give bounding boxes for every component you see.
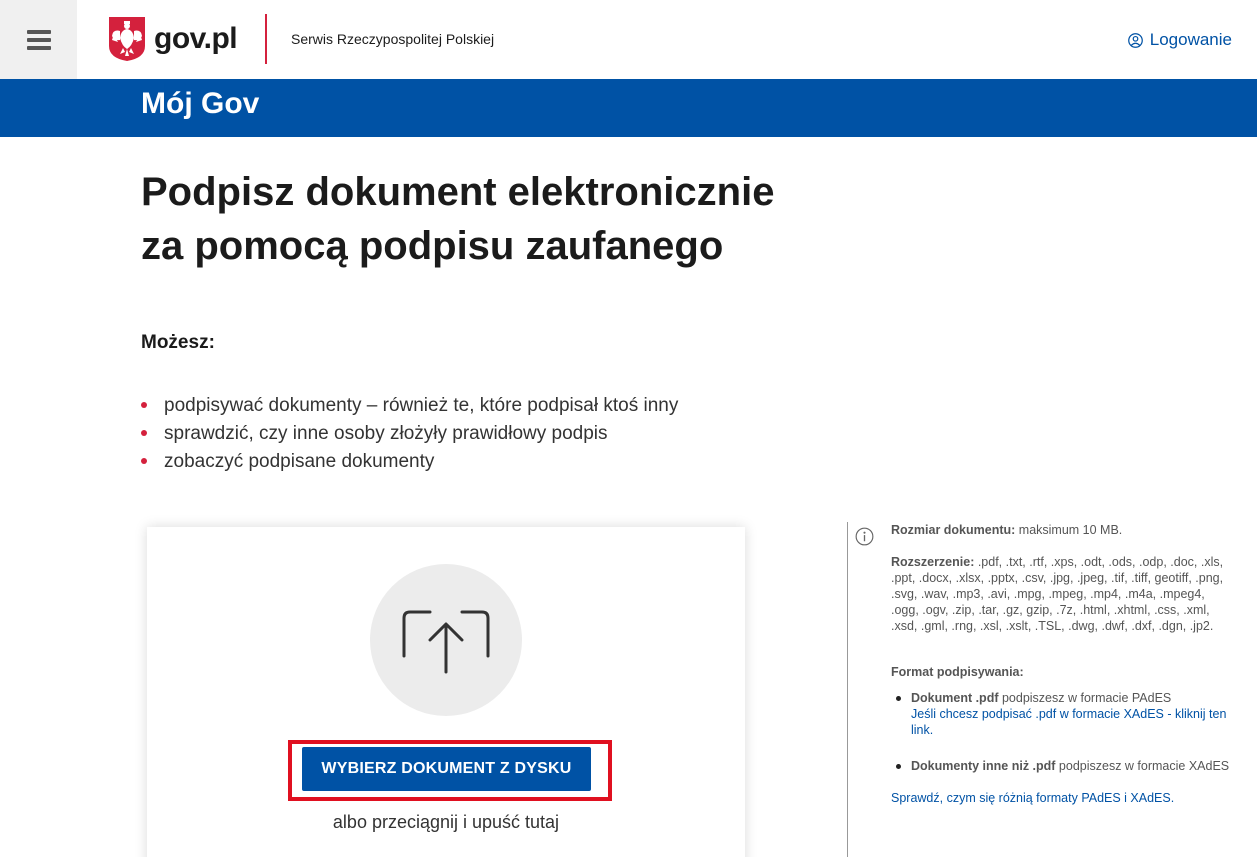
polish-eagle-emblem-icon <box>109 17 145 61</box>
login-label: Logowanie <box>1149 30 1232 49</box>
page-title-line-2: za pomocą podpisu zaufanego <box>141 224 724 268</box>
list-item: Dokumenty inne niż .pdf podpiszesz w for… <box>891 758 1236 774</box>
service-band: Mój Gov <box>0 79 1257 137</box>
page-title: Podpisz dokument elektronicznie za pomoc… <box>141 165 901 273</box>
logo-divider <box>265 14 267 64</box>
info-icon <box>855 527 874 546</box>
compare-formats-paragraph: Sprawdź, czym się różnią formaty PAdES i… <box>891 790 1236 806</box>
logo-text: gov.pl <box>154 22 238 55</box>
list-item: podpisywać dokumenty – również te, które… <box>141 392 678 420</box>
site-subtitle: Serwis Rzeczypospolitej Polskiej <box>291 31 495 47</box>
xades-pdf-link[interactable]: Jeśli chcesz podpisać .pdf w formacie XA… <box>911 707 1226 737</box>
info-divider <box>847 522 848 857</box>
list-item: sprawdzić, czy inne osoby złożyły prawid… <box>141 420 678 448</box>
service-title[interactable]: Mój Gov <box>141 87 259 121</box>
drag-drop-hint: albo przeciągnij i upuść tutaj <box>332 812 560 832</box>
pdf-format-text: podpiszesz w formacie PAdES <box>998 691 1172 705</box>
size-label: Rozmiar dokumentu: <box>891 523 1016 537</box>
list-item: zobaczyć podpisane dokumenty <box>141 448 678 476</box>
choose-file-button[interactable]: WYBIERZ DOKUMENT Z DYSKU <box>302 747 591 791</box>
user-icon <box>1127 32 1143 48</box>
list-item: Dokument .pdf podpiszesz w formacie PAdE… <box>891 690 1236 738</box>
gov-logo[interactable]: gov.pl <box>108 15 238 63</box>
hamburger-icon <box>26 29 51 50</box>
capabilities-list: podpisywać dokumenty – również te, które… <box>141 392 678 476</box>
page-title-line-1: Podpisz dokument elektronicznie <box>141 170 775 214</box>
other-format-label: Dokumenty inne niż .pdf <box>911 759 1056 773</box>
extensions-info: Rozszerzenie: .pdf, .txt, .rtf, .xps, .o… <box>891 554 1236 634</box>
site-header: gov.pl Serwis Rzeczypospolitej Polskiej … <box>0 0 1257 79</box>
size-value: maksimum 10 MB. <box>1015 523 1123 537</box>
format-list: Dokument .pdf podpiszesz w formacie PAdE… <box>891 690 1236 774</box>
login-link[interactable]: Logowanie <box>1127 30 1232 50</box>
upload-info-panel: Rozmiar dokumentu: maksimum 10 MB. Rozsz… <box>891 522 1236 806</box>
pdf-format-label: Dokument .pdf <box>911 691 999 705</box>
format-heading: Format podpisywania: <box>891 665 1024 679</box>
upload-icon <box>402 610 490 674</box>
menu-button[interactable] <box>0 0 77 79</box>
upload-illustration <box>370 564 522 716</box>
capabilities-heading: Możesz: <box>141 332 215 353</box>
upload-dropzone[interactable]: WYBIERZ DOKUMENT Z DYSKU albo przeciągni… <box>147 527 745 857</box>
other-format-text: podpiszesz w formacie XAdES <box>1055 759 1230 773</box>
size-info: Rozmiar dokumentu: maksimum 10 MB. <box>891 522 1236 538</box>
compare-formats-link[interactable]: Sprawdź, czym się różnią formaty PAdES i… <box>891 791 1174 805</box>
extensions-label: Rozszerzenie: <box>891 555 975 569</box>
